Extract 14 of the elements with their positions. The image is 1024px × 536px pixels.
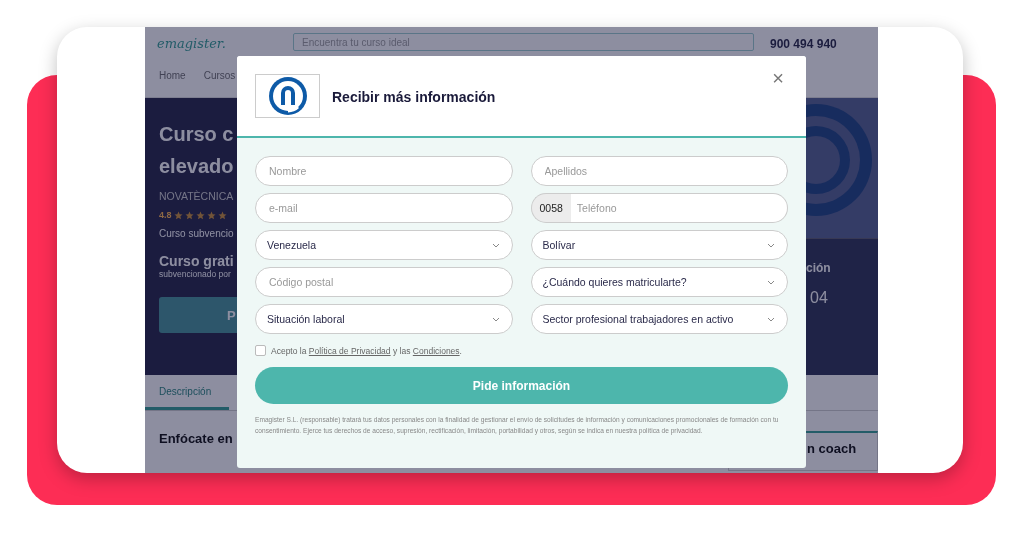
site-logo: emagister. <box>157 37 227 51</box>
phone-number: 900 494 940 <box>770 37 838 51</box>
subsidy-label: Curso subvencio <box>159 228 235 239</box>
info-value: 04 <box>809 289 829 307</box>
price-title: Curso grati <box>159 253 235 269</box>
rating-value: 4.8 <box>159 210 172 220</box>
info-label: ción <box>806 261 832 275</box>
price-note: subvencionado por <box>159 269 232 279</box>
consent-text: Acepto la Política de Privacidad y las Condiciones. <box>271 345 462 356</box>
provider-name: NOVATÈCNICA <box>159 190 235 202</box>
section-title: Enfócate en <box>159 431 233 448</box>
course-title: Curso c <box>159 122 235 147</box>
dialog-title: Recibir más información <box>332 88 497 105</box>
course-title: elevado <box>159 154 235 179</box>
